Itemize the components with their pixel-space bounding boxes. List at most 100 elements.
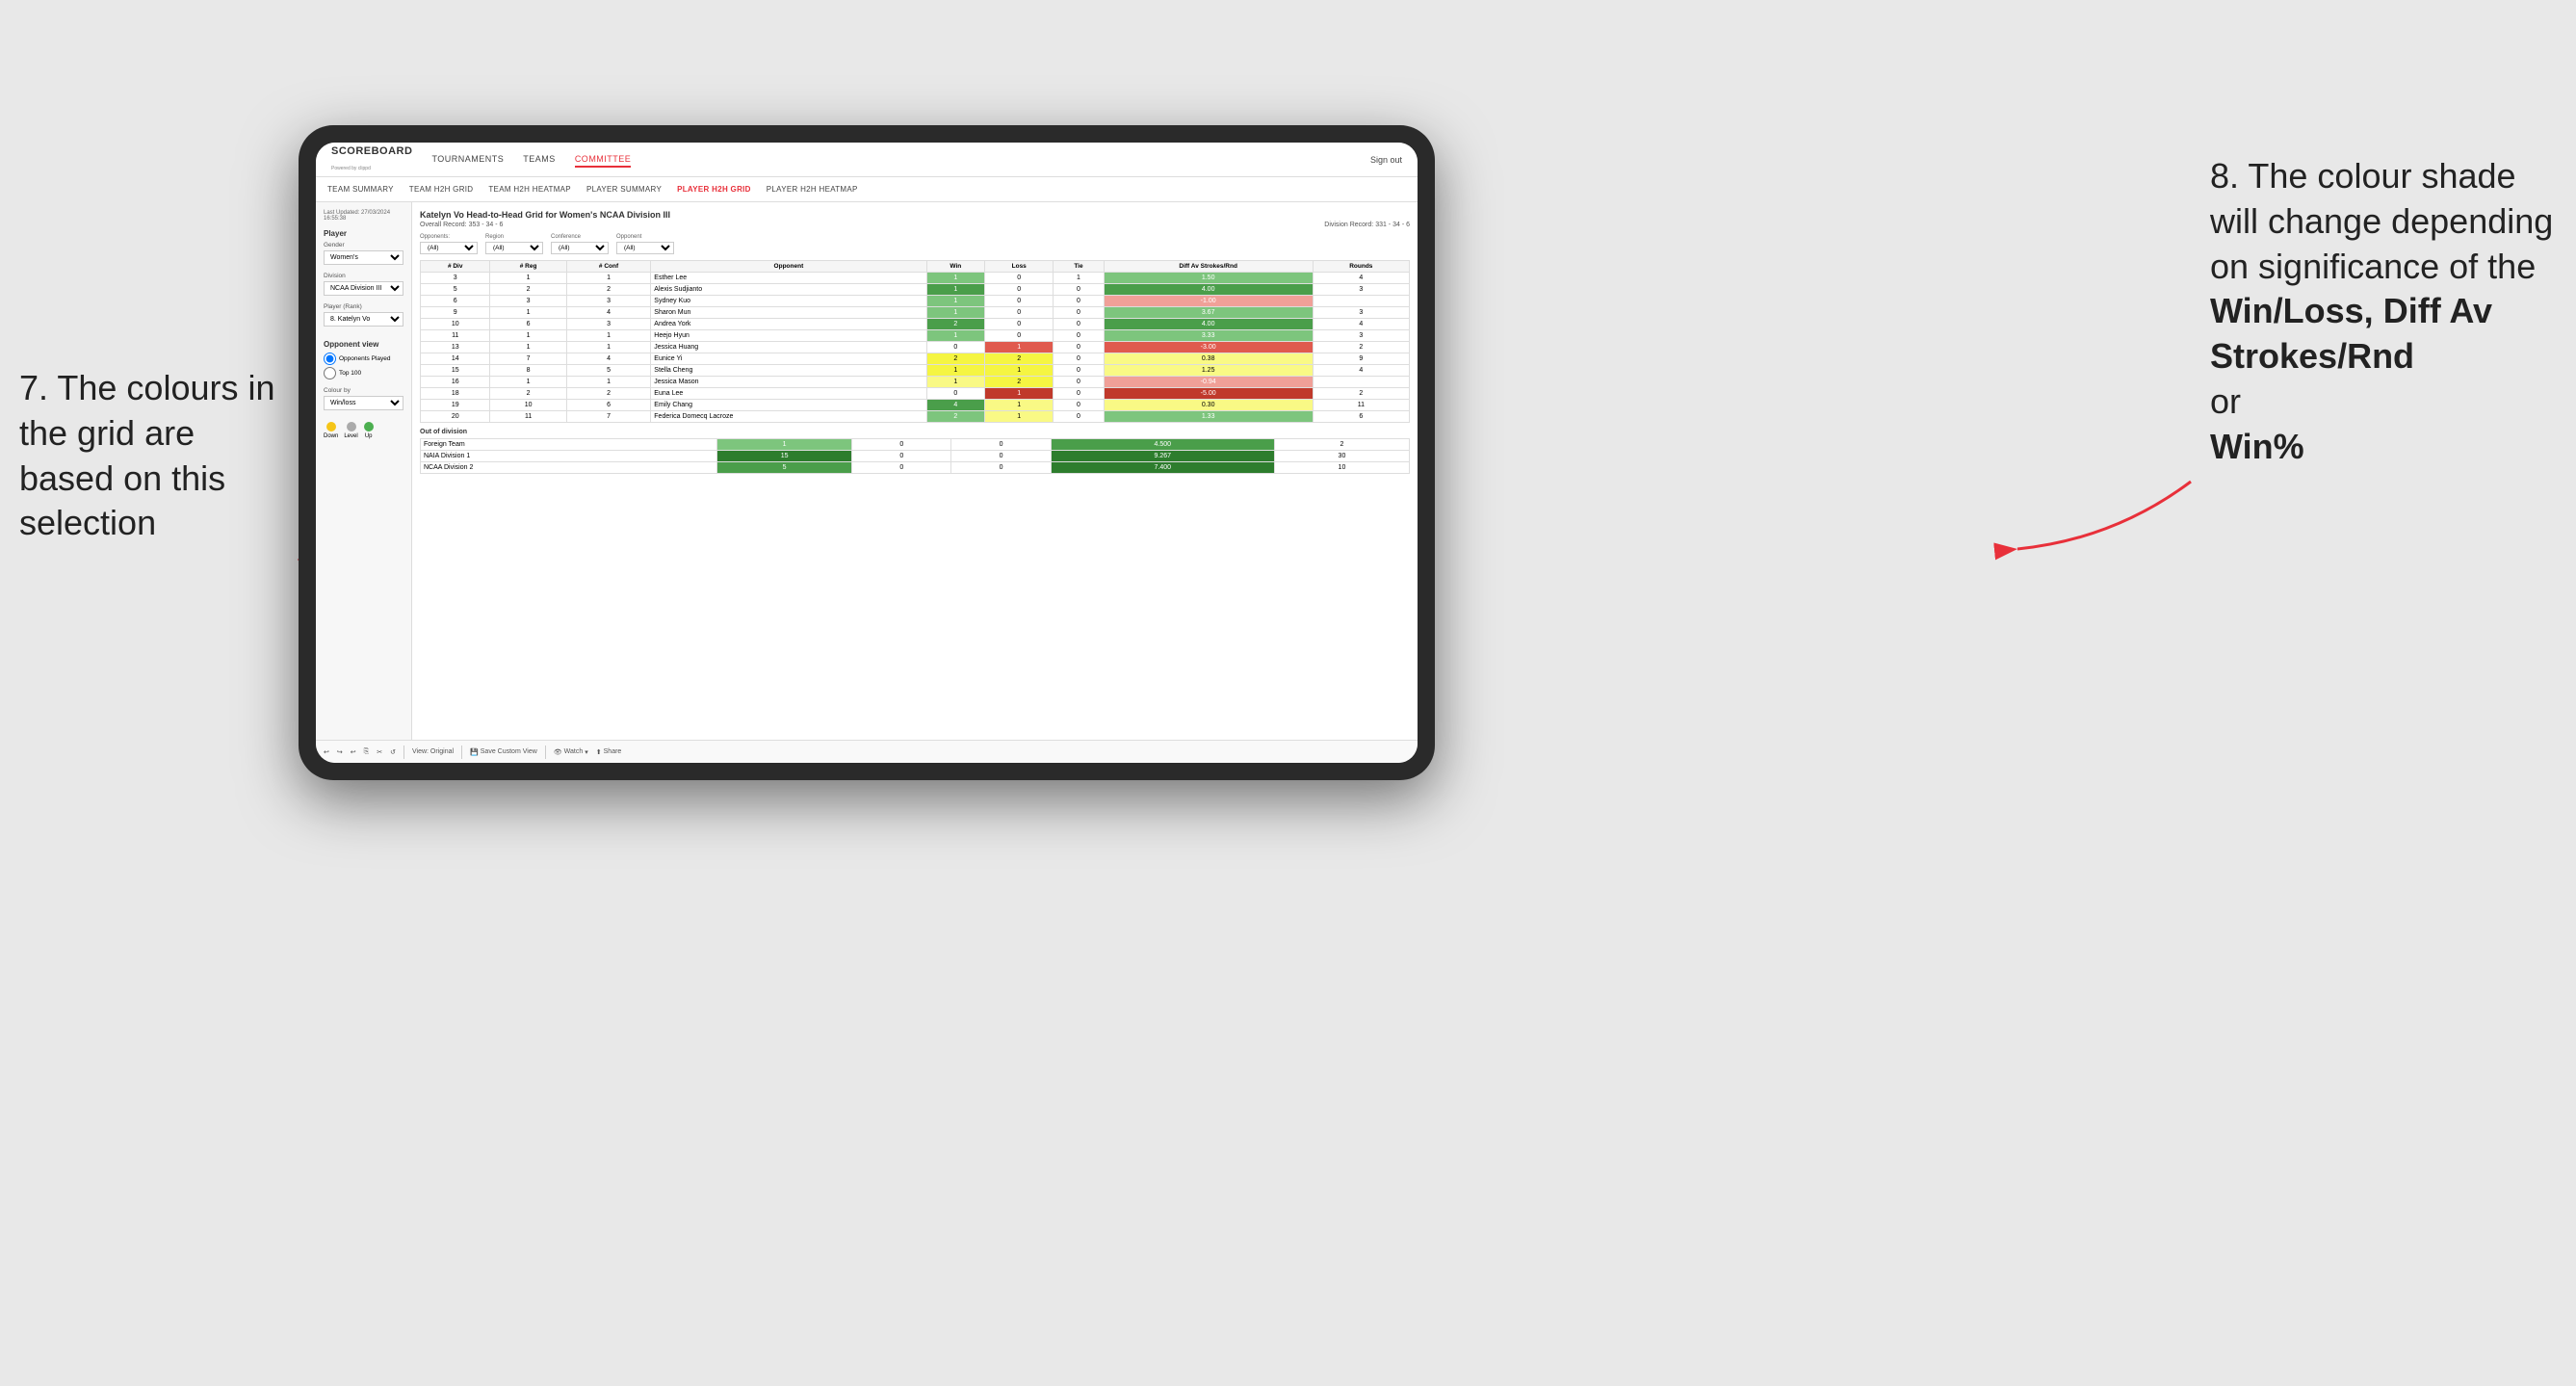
- out-of-division-label: Out of division: [420, 429, 1410, 435]
- out-of-division-table: Foreign Team 1 0 0 4.500 2 NAIA Division…: [420, 438, 1410, 474]
- cell-div: 6: [421, 296, 490, 307]
- ood-tie: 0: [951, 451, 1051, 462]
- legend: Down Level Up: [324, 422, 403, 439]
- annotation-right-or: or: [2210, 381, 2241, 421]
- cell-win: 1: [926, 330, 985, 342]
- cell-opponent: Jessica Huang: [651, 342, 926, 353]
- legend-up: Up: [364, 422, 374, 439]
- sub-nav-team-h2h-heatmap[interactable]: TEAM H2H HEATMAP: [488, 185, 571, 194]
- region-select[interactable]: (All): [485, 242, 543, 254]
- cell-diff: 3.67: [1104, 307, 1313, 319]
- col-win: Win: [926, 261, 985, 273]
- ood-loss: 0: [852, 462, 951, 474]
- scissors-btn[interactable]: ✂: [377, 748, 382, 756]
- col-conf: # Conf: [566, 261, 650, 273]
- colour-by-select[interactable]: Win/loss: [324, 396, 403, 410]
- ood-tie: 0: [951, 462, 1051, 474]
- sub-nav-team-h2h-grid[interactable]: TEAM H2H GRID: [409, 185, 474, 194]
- cell-reg: 2: [490, 284, 566, 296]
- opponent-select[interactable]: (All): [616, 242, 674, 254]
- cell-conf: 1: [566, 273, 650, 284]
- player-section-title: Player: [324, 229, 403, 238]
- cell-conf: 4: [566, 353, 650, 365]
- ood-loss: 0: [852, 439, 951, 451]
- radio-opponents-played[interactable]: Opponents Played: [324, 353, 403, 365]
- legend-up-dot: [364, 422, 374, 431]
- annotation-right-text: The colour shade will change depending o…: [2210, 156, 2553, 286]
- gender-label: Gender: [324, 242, 403, 248]
- sub-nav-player-h2h-grid[interactable]: PLAYER H2H GRID: [677, 185, 751, 194]
- toolbar-divider-1: [403, 745, 404, 759]
- refresh-btn[interactable]: ↺: [390, 748, 396, 756]
- annotation-right-bold3: Win%: [2210, 427, 2304, 466]
- view-original-btn[interactable]: View: Original: [412, 748, 454, 755]
- cell-rounds: [1313, 296, 1409, 307]
- table-row: 3 1 1 Esther Lee 1 0 1 1.50 4: [421, 273, 1410, 284]
- toolbar-bottom: ↩ ↪ ↩ ⎘ ✂ ↺ View: Original 💾 Save Custom…: [316, 740, 1418, 763]
- col-tie: Tie: [1054, 261, 1104, 273]
- watch-btn[interactable]: 👁 Watch ▾: [554, 748, 588, 756]
- out-of-division-row: NCAA Division 2 5 0 0 7.400 10: [421, 462, 1410, 474]
- cell-diff: 3.33: [1104, 330, 1313, 342]
- cell-rounds: 9: [1313, 353, 1409, 365]
- cell-tie: 0: [1054, 319, 1104, 330]
- division-label: Division: [324, 273, 403, 279]
- cell-tie: 0: [1054, 365, 1104, 377]
- sub-nav-team-summary[interactable]: TEAM SUMMARY: [327, 185, 394, 194]
- sub-nav-player-summary[interactable]: PLAYER SUMMARY: [586, 185, 662, 194]
- cell-win: 0: [926, 388, 985, 400]
- annotation-right-number: 8.: [2210, 156, 2239, 196]
- cell-reg: 8: [490, 365, 566, 377]
- ood-loss: 0: [852, 451, 951, 462]
- share-btn[interactable]: ⬆ Share: [596, 748, 622, 756]
- conference-filter: Conference (All): [551, 234, 609, 254]
- table-row: 15 8 5 Stella Cheng 1 1 0 1.25 4: [421, 365, 1410, 377]
- cell-rounds: 2: [1313, 342, 1409, 353]
- undo-btn[interactable]: ↩: [324, 748, 329, 756]
- annotation-left-number: 7.: [19, 368, 48, 407]
- save-custom-btn[interactable]: 💾 Save Custom View: [470, 748, 537, 756]
- cell-diff: 0.38: [1104, 353, 1313, 365]
- division-select[interactable]: NCAA Division III: [324, 281, 403, 296]
- nav-link-teams[interactable]: TEAMS: [523, 152, 556, 168]
- cell-tie: 0: [1054, 400, 1104, 411]
- opponent-filter: Opponent (All): [616, 234, 674, 254]
- nav-sign-out[interactable]: Sign out: [1370, 155, 1402, 165]
- cell-win: 1: [926, 296, 985, 307]
- cell-reg: 1: [490, 342, 566, 353]
- table-row: 14 7 4 Eunice Yi 2 2 0 0.38 9: [421, 353, 1410, 365]
- copy-btn[interactable]: ⎘: [364, 748, 370, 756]
- nav-link-committee[interactable]: COMMITTEE: [575, 152, 632, 168]
- col-opponent: Opponent: [651, 261, 926, 273]
- cell-tie: 0: [1054, 377, 1104, 388]
- sub-nav-player-h2h-heatmap[interactable]: PLAYER H2H HEATMAP: [767, 185, 858, 194]
- redo-left-btn[interactable]: ↪: [337, 748, 343, 756]
- cell-loss: 2: [985, 353, 1054, 365]
- main-content: Last Updated: 27/03/2024 16:55:38 Player…: [316, 202, 1418, 740]
- cell-conf: 1: [566, 342, 650, 353]
- ood-label: NCAA Division 2: [421, 462, 717, 474]
- cell-rounds: 3: [1313, 307, 1409, 319]
- colour-by-section: Colour by Win/loss: [324, 387, 403, 418]
- cell-loss: 0: [985, 296, 1054, 307]
- radio-top100[interactable]: Top 100: [324, 367, 403, 379]
- gender-select[interactable]: Women's: [324, 250, 403, 265]
- opponents-select[interactable]: (All): [420, 242, 478, 254]
- player-rank-select[interactable]: 8. Katelyn Vo: [324, 312, 403, 327]
- opponent-label: Opponent: [616, 234, 674, 240]
- cell-opponent: Heejo Hyun: [651, 330, 926, 342]
- ood-rounds: 2: [1274, 439, 1409, 451]
- cell-conf: 4: [566, 307, 650, 319]
- nav-link-tournaments[interactable]: TOURNAMENTS: [431, 152, 504, 168]
- cell-win: 1: [926, 284, 985, 296]
- cell-div: 16: [421, 377, 490, 388]
- opponents-label: Opponents:: [420, 234, 478, 240]
- sub-nav: TEAM SUMMARY TEAM H2H GRID TEAM H2H HEAT…: [316, 177, 1418, 202]
- cell-conf: 2: [566, 388, 650, 400]
- cell-loss: 0: [985, 284, 1054, 296]
- conference-select[interactable]: (All): [551, 242, 609, 254]
- redo-right-btn[interactable]: ↩: [351, 748, 356, 756]
- cell-div: 5: [421, 284, 490, 296]
- cell-div: 9: [421, 307, 490, 319]
- player-rank-label: Player (Rank): [324, 303, 403, 310]
